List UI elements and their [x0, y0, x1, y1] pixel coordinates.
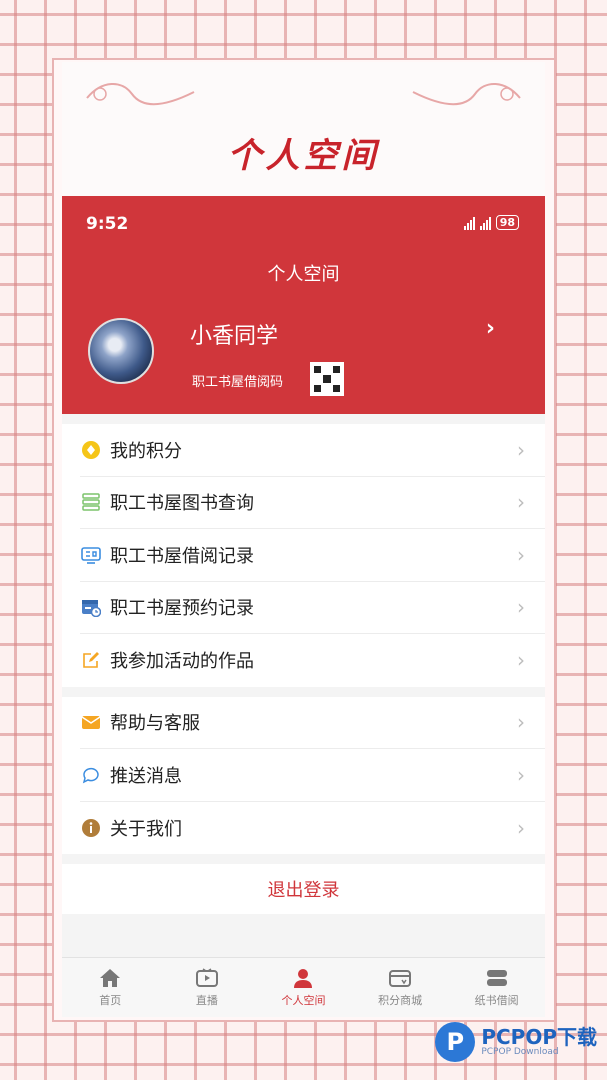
watermark-brand: PCPOP下载 [481, 1025, 597, 1049]
signal-icon [463, 217, 475, 230]
banner-title: 个人空间 [227, 136, 380, 176]
phone-screen: 个人空间 9:52 98 个人空间 小香同学 › 职工书屋借阅码 我的积分 › [62, 62, 545, 1017]
menu-item-borrow-record[interactable]: 职工书屋借阅记录 › [80, 529, 545, 582]
chevron-right-icon: › [517, 815, 525, 840]
menu-item-push-messages[interactable]: 推送消息 › [80, 749, 545, 802]
chevron-right-icon: › [517, 437, 525, 462]
books-icon [486, 969, 507, 986]
menu-label: 我的积分 [110, 440, 182, 462]
promo-banner: 个人空间 [62, 62, 545, 196]
tab-home[interactable]: 首页 [62, 958, 159, 1017]
info-icon [80, 817, 102, 839]
menu-section-support: 帮助与客服 › 推送消息 › 关于我们 › [62, 696, 545, 855]
signal-icon [479, 217, 491, 230]
calendar-clock-icon [80, 596, 102, 618]
tab-label: 积分商城 [378, 993, 423, 1007]
chevron-right-icon: › [517, 595, 525, 620]
tab-label: 个人空间 [281, 993, 326, 1007]
menu-label: 职工书屋借阅记录 [110, 545, 254, 567]
borrow-record-icon [80, 544, 102, 566]
chevron-right-icon[interactable]: › [486, 316, 495, 341]
menu-label: 职工书屋预约记录 [110, 598, 254, 620]
menu-label: 关于我们 [110, 818, 182, 840]
edit-icon [80, 649, 102, 671]
tv-icon [195, 967, 218, 987]
tab-label: 纸书借阅 [474, 993, 519, 1007]
pcpop-logo-icon: P [435, 1022, 476, 1062]
user-name[interactable]: 小香同学 [190, 318, 278, 350]
menu-label: 我参加活动的作品 [110, 651, 254, 673]
menu-item-book-search[interactable]: 职工书屋图书查询 › [80, 477, 545, 529]
menu-label: 帮助与客服 [110, 713, 200, 735]
status-time: 9:52 [86, 214, 129, 234]
tab-profile[interactable]: 个人空间 [255, 958, 352, 1017]
menu-item-my-works[interactable]: 我参加活动的作品 › [80, 634, 545, 687]
profile-header: 9:52 98 个人空间 小香同学 › 职工书屋借阅码 [62, 196, 545, 414]
wallet-icon [389, 969, 412, 987]
tab-points-mall[interactable]: 积分商城 [352, 958, 449, 1017]
menu-section-account: 我的积分 › 职工书屋图书查询 › 职工书屋借阅记录 › 职工书屋预约记录 › [62, 424, 545, 687]
mail-icon [80, 711, 102, 733]
tab-label: 直播 [195, 993, 218, 1007]
borrow-code-label: 职工书屋借阅码 [192, 375, 284, 390]
chevron-right-icon: › [517, 648, 525, 673]
bottom-tab-bar: 首页 直播 个人空间 积分商城 纸书借阅 [62, 957, 545, 1017]
home-icon [100, 968, 121, 987]
menu-item-reserve-record[interactable]: 职工书屋预约记录 › [80, 582, 545, 634]
site-watermark: P PCPOP下载 PCPOP Download [435, 1022, 597, 1062]
chevron-right-icon: › [517, 490, 525, 515]
menu-item-help[interactable]: 帮助与客服 › [80, 697, 545, 749]
chevron-right-icon: › [517, 542, 525, 567]
status-indicators: 98 [463, 215, 519, 230]
avatar[interactable] [88, 318, 154, 384]
chevron-right-icon: › [517, 762, 525, 787]
tab-live[interactable]: 直播 [159, 958, 256, 1017]
book-stack-icon [80, 491, 102, 513]
points-coin-icon [80, 439, 102, 461]
chat-bubble-icon [80, 764, 102, 786]
swirl-ornament-icon [86, 83, 195, 106]
menu-label: 推送消息 [110, 765, 182, 787]
page-title: 个人空间 [267, 264, 340, 285]
battery-icon: 98 [495, 215, 519, 230]
swirl-ornament-icon [412, 83, 521, 106]
tab-paper-books[interactable]: 纸书借阅 [448, 958, 545, 1017]
chevron-right-icon: › [517, 710, 525, 735]
menu-item-points[interactable]: 我的积分 › [80, 424, 545, 477]
logout-button[interactable]: 退出登录 [62, 864, 545, 914]
tab-label: 首页 [99, 993, 122, 1007]
person-icon [294, 968, 313, 988]
menu-item-about[interactable]: 关于我们 › [80, 802, 545, 855]
menu-label: 职工书屋图书查询 [110, 493, 254, 515]
qr-code-icon[interactable] [310, 362, 344, 396]
